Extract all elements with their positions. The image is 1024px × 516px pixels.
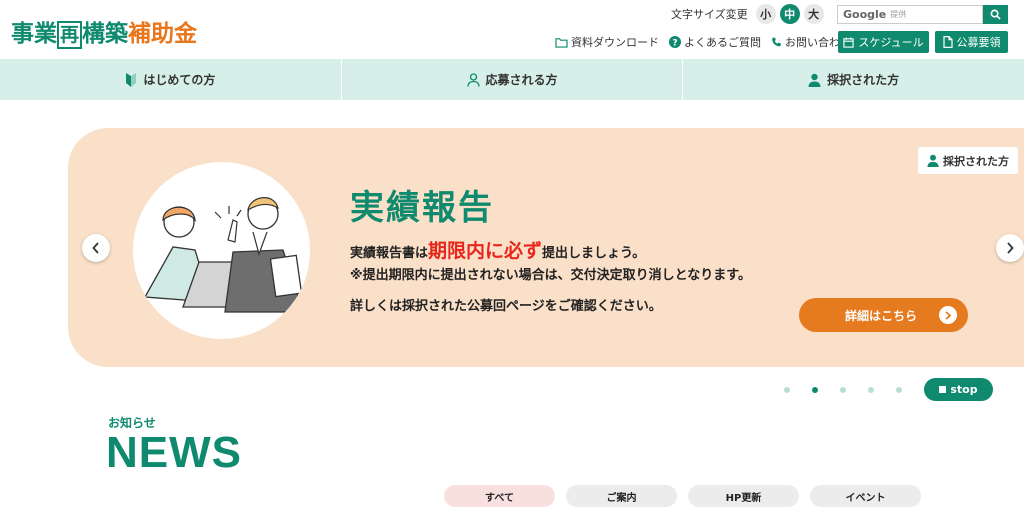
nav-item-adopted[interactable]: 採択された方 <box>683 59 1024 100</box>
font-size-medium-button[interactable]: 中 <box>779 4 800 24</box>
nav-item-label: 応募される方 <box>485 73 558 87</box>
download-link-label: 資料ダウンロード <box>571 36 659 49</box>
hero-tag-adopted[interactable]: 採択された方 <box>918 147 1018 174</box>
hero-illustration <box>133 162 310 339</box>
folder-icon <box>555 37 568 48</box>
site-search: Google 提供 <box>837 5 1008 24</box>
slider-dot[interactable] <box>868 387 874 393</box>
hero-message-line3: 詳しくは採択された公募回ページをご確認ください。 <box>350 299 662 314</box>
slider-prev-button[interactable] <box>82 234 110 262</box>
hero-details-button[interactable]: 詳細はこちら <box>799 298 968 332</box>
faq-link[interactable]: ? よくあるご質問 <box>669 34 761 50</box>
logo-boxed-char: 再 <box>57 21 83 49</box>
slider-dot[interactable] <box>812 387 818 393</box>
svg-text:?: ? <box>672 39 677 49</box>
slider-dot[interactable] <box>840 387 846 393</box>
tab-guidance[interactable]: ご案内 <box>566 485 677 507</box>
search-icon <box>990 9 1001 20</box>
tab-all[interactable]: すべて <box>444 485 555 507</box>
hero-line1-pre: 実績報告書は <box>350 246 429 261</box>
schedule-button-label: スケジュール <box>858 36 924 49</box>
person-icon <box>927 154 939 167</box>
hero-message-line1: 実績報告書は期限内に必ず提出しましょう。 <box>350 236 645 263</box>
person-outline-icon <box>466 72 480 87</box>
slider-dot[interactable] <box>896 387 902 393</box>
guidelines-button[interactable]: 公募要領 <box>935 31 1008 53</box>
slider-next-button[interactable] <box>996 234 1024 262</box>
font-size-label: 文字サイズ変更 <box>671 8 748 21</box>
hero-message-line2: ※提出期限内に提出されない場合は、交付決定取り消しとなります。 <box>350 268 751 283</box>
chevron-left-icon <box>92 242 99 254</box>
logo-text-1: 事業 <box>11 21 57 47</box>
slider-stop-label: stop <box>950 383 978 396</box>
news-title: NEWS <box>106 428 242 477</box>
utility-links: 資料ダウンロード ? よくあるご質問 お問い合わせ <box>555 34 851 50</box>
person-icon <box>808 73 821 87</box>
hero-details-label: 詳細はこちら <box>845 308 918 323</box>
hero-line1-emphasis: 期限内に必ず <box>428 240 543 262</box>
font-size-large-button[interactable]: 大 <box>803 4 824 24</box>
chevron-right-icon <box>939 306 957 324</box>
tab-hp-update[interactable]: HP更新 <box>688 485 799 507</box>
beginner-mark-icon <box>126 72 137 87</box>
question-icon: ? <box>669 36 681 48</box>
slider-dot[interactable] <box>784 387 790 393</box>
calendar-icon <box>843 36 855 48</box>
chevron-right-icon <box>1007 242 1014 254</box>
nav-item-beginners[interactable]: はじめての方 <box>0 59 342 100</box>
font-size-switcher: 文字サイズ変更 小 中 大 <box>671 4 824 24</box>
nav-item-label: はじめての方 <box>143 73 216 87</box>
stop-icon <box>939 386 947 393</box>
hero-title: 実績報告 <box>350 188 494 228</box>
search-brand: Google <box>843 8 887 21</box>
slider-pagination <box>784 387 902 393</box>
guidelines-button-label: 公募要領 <box>956 36 1001 49</box>
search-brand-suffix: 提供 <box>890 10 907 19</box>
font-size-small-button[interactable]: 小 <box>755 4 776 24</box>
main-nav: はじめての方 応募される方 採択された方 <box>0 59 1024 100</box>
hero-tag-label: 採択された方 <box>943 154 1009 168</box>
search-button[interactable] <box>983 5 1008 24</box>
schedule-button[interactable]: スケジュール <box>838 31 929 53</box>
slider-stop-button[interactable]: stop <box>924 378 993 401</box>
site-logo[interactable]: 事業再構築補助金 <box>11 14 197 49</box>
search-input[interactable]: Google 提供 <box>837 5 983 24</box>
nav-item-label: 採択された方 <box>827 73 900 87</box>
hero-line1-post: 提出しましょう。 <box>542 246 646 261</box>
nav-item-applicants[interactable]: 応募される方 <box>342 59 684 100</box>
download-link[interactable]: 資料ダウンロード <box>555 34 659 50</box>
news-tabs: すべて ご案内 HP更新 イベント <box>444 485 921 507</box>
phone-icon <box>772 37 781 47</box>
document-icon <box>942 36 953 48</box>
faq-link-label: よくあるご質問 <box>684 36 761 49</box>
logo-text-accent: 補助金 <box>128 21 198 47</box>
tab-event[interactable]: イベント <box>810 485 921 507</box>
logo-text-2: 構築 <box>82 21 129 47</box>
